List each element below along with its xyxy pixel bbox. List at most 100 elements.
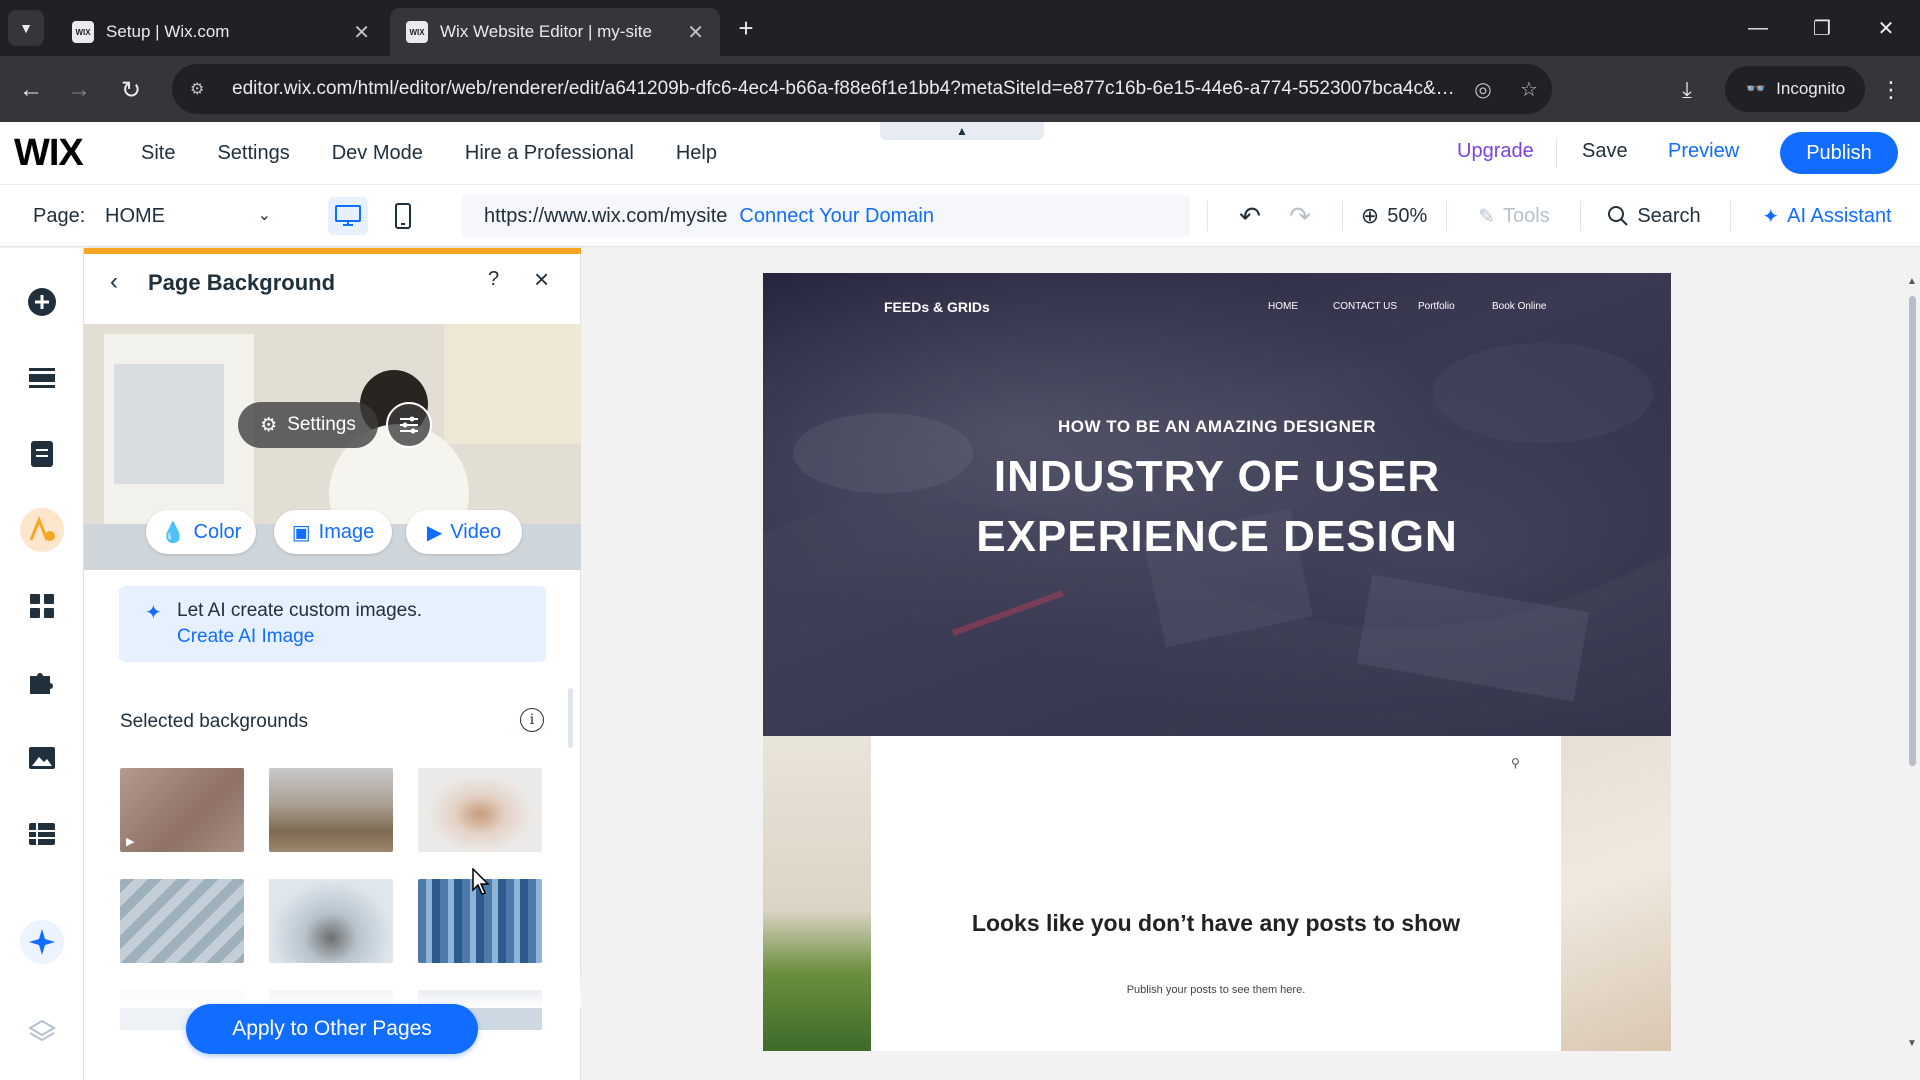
- scrollbar-thumb[interactable]: [1909, 296, 1916, 766]
- design-icon: [29, 516, 55, 541]
- upgrade-link[interactable]: Upgrade: [1457, 140, 1534, 163]
- site-url-field[interactable]: https://www.wix.com/mysite Connect Your …: [462, 195, 1190, 237]
- color-button[interactable]: 💧 Color: [146, 510, 256, 554]
- star-icon[interactable]: ☆: [1506, 77, 1552, 102]
- scroll-down-icon[interactable]: ▼: [1906, 1038, 1918, 1049]
- blog-section[interactable]: ⚲ Looks like you don’t have any posts to…: [871, 736, 1561, 1051]
- image-button[interactable]: ▣ Image: [274, 510, 392, 554]
- page-dropdown[interactable]: HOME ⌄: [105, 205, 275, 228]
- menu-site[interactable]: Site: [120, 142, 196, 165]
- info-icon[interactable]: i: [520, 708, 544, 732]
- search-icon[interactable]: ⚲: [1511, 756, 1520, 770]
- divider: [1556, 138, 1557, 168]
- back-icon[interactable]: ‹: [110, 268, 118, 296]
- menu-dev-mode[interactable]: Dev Mode: [311, 142, 444, 165]
- menu-settings[interactable]: Settings: [196, 142, 310, 165]
- page-icon: [31, 441, 53, 467]
- eye-off-icon[interactable]: ◎: [1460, 77, 1506, 102]
- background-thumbnail[interactable]: [269, 768, 393, 852]
- background-settings-button[interactable]: ⚙ Settings: [238, 402, 378, 448]
- plant-image[interactable]: [763, 736, 871, 1051]
- incognito-badge[interactable]: 👓 Incognito: [1725, 66, 1866, 112]
- site-nav-book-online[interactable]: Book Online: [1492, 301, 1546, 312]
- panel-title: Page Background: [148, 270, 336, 295]
- site-nav-contact[interactable]: CONTACT US: [1333, 301, 1397, 312]
- site-preview[interactable]: FEEDs & GRIDs HOME CONTACT US Portfolio …: [763, 273, 1671, 1051]
- window-close-icon[interactable]: ✕: [1866, 12, 1906, 44]
- video-button[interactable]: ▶ Video: [406, 510, 522, 554]
- site-nav-portfolio[interactable]: Portfolio: [1418, 301, 1455, 312]
- hero-title-line-2: EXPERIENCE DESIGN: [976, 512, 1458, 561]
- close-tab-icon[interactable]: ✕: [687, 20, 704, 45]
- preview-button[interactable]: Preview: [1668, 140, 1739, 163]
- background-thumbnail[interactable]: ▶: [120, 768, 244, 852]
- media-button[interactable]: [20, 736, 64, 780]
- adjust-button[interactable]: [386, 402, 432, 448]
- image-icon: ▣: [291, 521, 311, 544]
- cms-button[interactable]: [20, 812, 64, 856]
- left-tool-rail: [0, 248, 84, 1080]
- person-image[interactable]: [1561, 736, 1671, 1051]
- ai-tools-button[interactable]: [20, 920, 64, 964]
- help-icon[interactable]: ?: [488, 268, 499, 291]
- apply-to-other-pages-button[interactable]: Apply to Other Pages: [186, 1004, 478, 1054]
- close-tab-icon[interactable]: ✕: [353, 20, 370, 45]
- site-design-button[interactable]: [20, 508, 64, 552]
- search-button[interactable]: Search: [1600, 195, 1708, 237]
- site-info-icon[interactable]: ⚙: [190, 79, 216, 99]
- mobile-view-button[interactable]: [388, 197, 418, 235]
- video-icon: ▶: [426, 521, 443, 544]
- desktop-view-button[interactable]: [328, 197, 368, 235]
- table-icon: [29, 823, 55, 845]
- ai-image-promo: ✦ Let AI create custom images. Create AI…: [119, 586, 546, 662]
- save-button[interactable]: Save: [1582, 140, 1628, 163]
- canvas-scrollbar[interactable]: ▲ ▼: [1906, 276, 1918, 1052]
- close-icon[interactable]: ×: [534, 264, 549, 295]
- connect-domain-link[interactable]: Connect Your Domain: [739, 205, 934, 228]
- incognito-label: Incognito: [1776, 79, 1846, 98]
- collapse-topbar-handle[interactable]: ▲: [880, 122, 1044, 140]
- background-thumbnail[interactable]: [418, 768, 542, 852]
- back-icon[interactable]: ←: [14, 73, 48, 107]
- browser-tab-setup[interactable]: WIX Setup | Wix.com ✕: [56, 8, 386, 56]
- publish-button[interactable]: Publish: [1780, 132, 1898, 174]
- new-tab-button[interactable]: +: [730, 12, 762, 44]
- address-bar[interactable]: ⚙ editor.wix.com/html/editor/web/rendere…: [172, 64, 1552, 114]
- tools-label: Tools: [1503, 204, 1550, 227]
- reload-icon[interactable]: ↻: [114, 73, 148, 107]
- hero-kicker[interactable]: HOW TO BE AN AMAZING DESIGNER: [763, 417, 1671, 437]
- zoom-button[interactable]: ⊕ 50%: [1356, 195, 1432, 237]
- scroll-up-icon[interactable]: ▲: [1906, 276, 1918, 287]
- add-section-button[interactable]: [20, 356, 64, 400]
- hero-title[interactable]: INDUSTRY OF USER EXPERIENCE DESIGN: [763, 447, 1671, 567]
- download-icon[interactable]: ⤓: [1670, 73, 1704, 107]
- pages-menu-button[interactable]: [20, 432, 64, 476]
- browser-tab-editor[interactable]: WIX Wix Website Editor | my-site ✕: [390, 8, 720, 56]
- ai-assistant-button[interactable]: ✦ AI Assistant: [1752, 195, 1902, 237]
- apps-button[interactable]: [20, 584, 64, 628]
- browser-menu-icon[interactable]: ⋮: [1874, 73, 1908, 107]
- tab-search-button[interactable]: ▼: [8, 10, 44, 46]
- minimize-icon[interactable]: —: [1738, 12, 1778, 44]
- tools-button[interactable]: ✎ Tools: [1468, 195, 1560, 237]
- redo-icon[interactable]: ↷: [1280, 195, 1320, 237]
- divider: [1446, 201, 1447, 231]
- add-elements-button[interactable]: [20, 280, 64, 324]
- site-nav-home[interactable]: HOME: [1268, 301, 1298, 312]
- hero-section[interactable]: FEEDs & GRIDs HOME CONTACT US Portfolio …: [763, 273, 1671, 736]
- business-apps-button[interactable]: [20, 660, 64, 704]
- site-logo[interactable]: FEEDs & GRIDs: [884, 299, 990, 315]
- menu-hire-professional[interactable]: Hire a Professional: [444, 142, 655, 165]
- panel-accent-bar: [84, 248, 581, 254]
- menu-help[interactable]: Help: [655, 142, 738, 165]
- background-thumbnail[interactable]: [269, 879, 393, 963]
- panel-scrollbar[interactable]: [568, 688, 573, 748]
- empty-blog-subtitle: Publish your posts to see them here.: [1126, 984, 1306, 996]
- undo-icon[interactable]: ↶: [1230, 195, 1270, 237]
- background-thumbnail[interactable]: [120, 879, 244, 963]
- create-ai-image-link[interactable]: Create AI Image: [177, 626, 314, 648]
- zoom-in-icon: ⊕: [1360, 203, 1380, 228]
- layers-button[interactable]: [20, 1010, 64, 1054]
- restore-icon[interactable]: ❐: [1802, 12, 1842, 44]
- forward-icon[interactable]: →: [62, 73, 96, 107]
